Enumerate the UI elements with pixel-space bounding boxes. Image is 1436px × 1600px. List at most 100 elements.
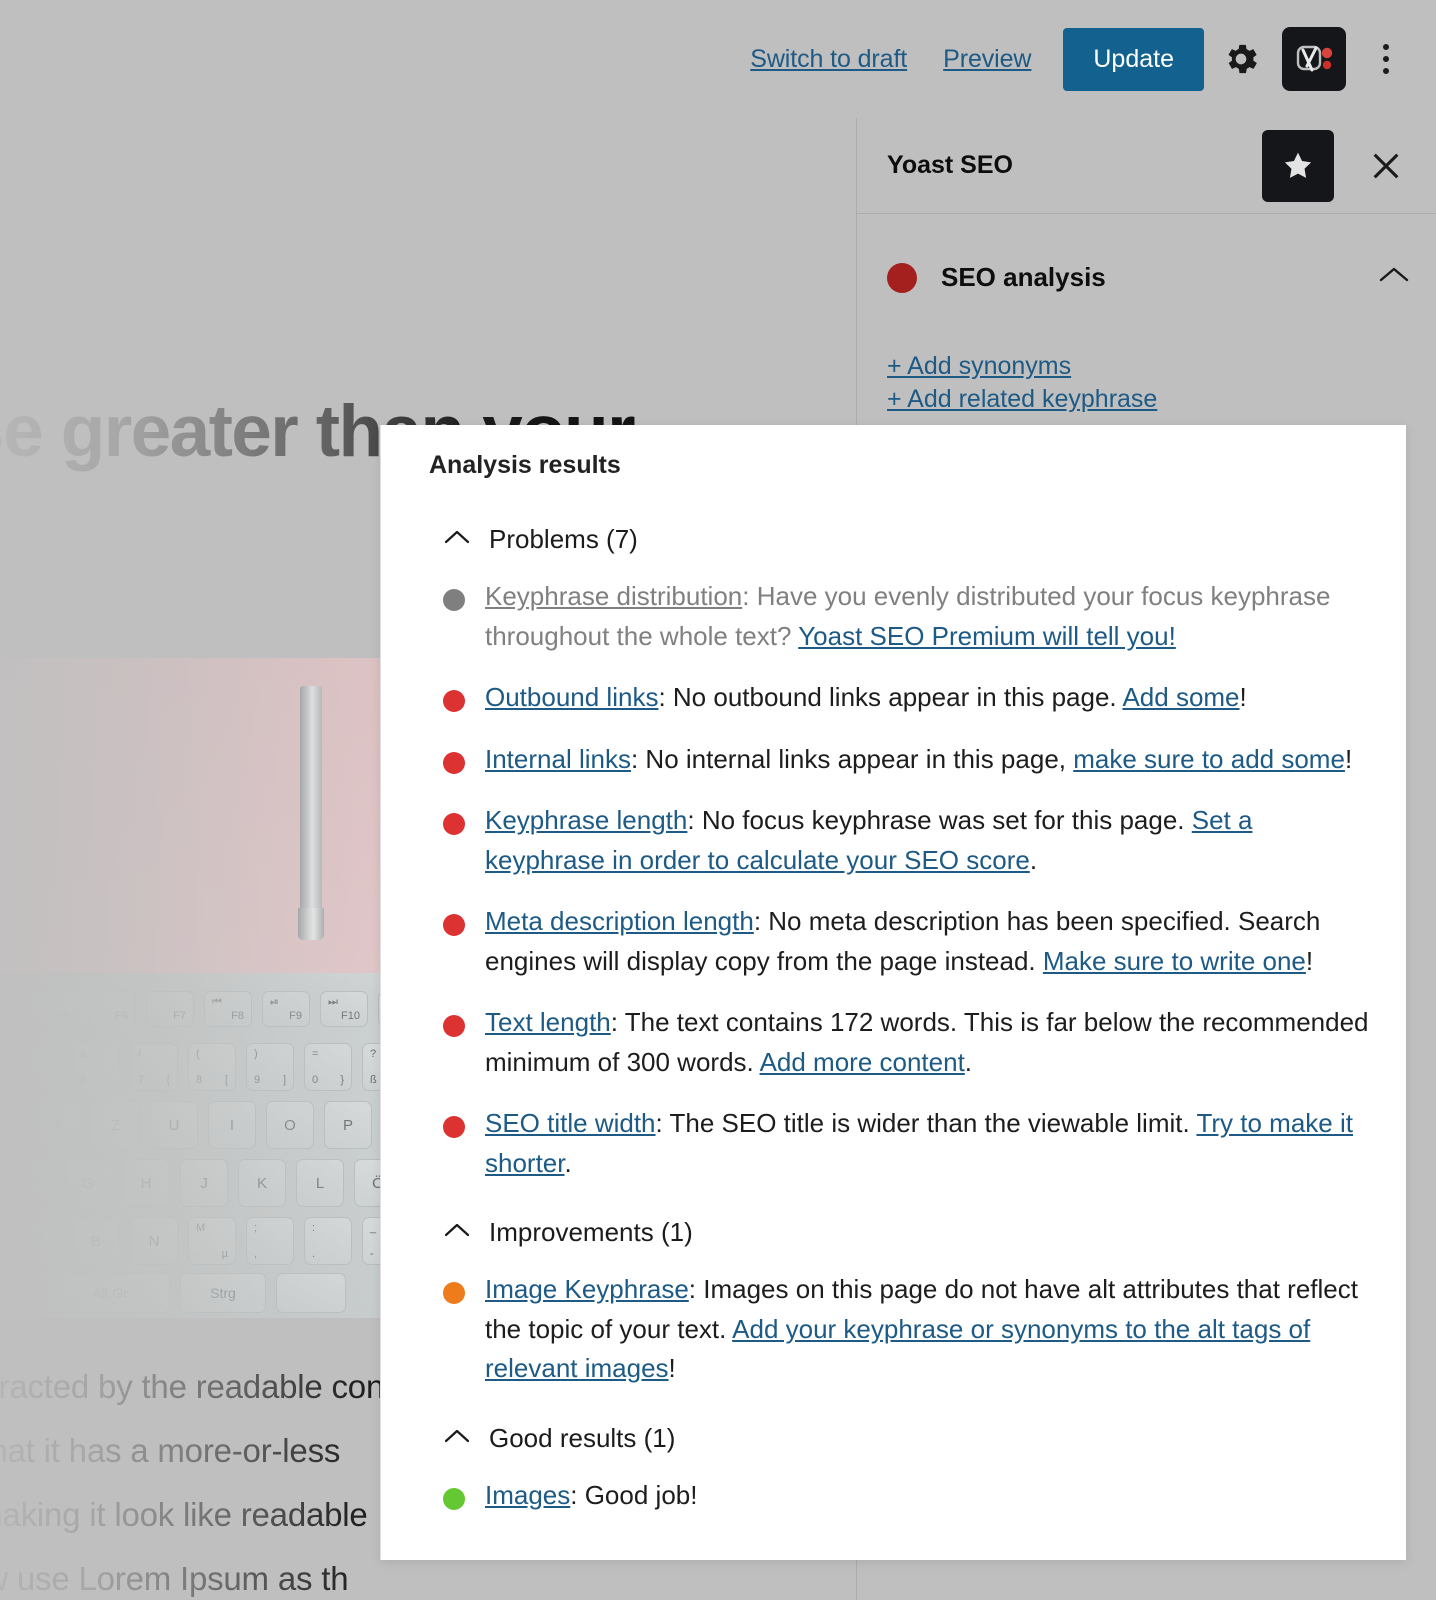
result-link[interactable]: Keyphrase length	[485, 805, 687, 835]
key	[276, 1273, 346, 1313]
add-synonyms-link[interactable]: + Add synonyms	[887, 351, 1071, 381]
update-button[interactable]: Update	[1063, 27, 1204, 91]
key: U	[150, 1101, 198, 1149]
key: ⏭ F10	[320, 991, 368, 1027]
preview-button[interactable]: Preview	[925, 45, 1049, 74]
result-link[interactable]: Internal links	[485, 744, 631, 774]
key: & 6	[72, 1043, 120, 1091]
result-link[interactable]: Image Keyphrase	[485, 1274, 689, 1304]
result-item: Meta description length: No meta descrip…	[429, 902, 1376, 981]
result-link[interactable]: Add more content	[760, 1047, 965, 1077]
keyboard-row-numbers: %5 &6 /7{ (8[ )9] =0} ?ß\	[14, 1043, 410, 1091]
result-text-fragment: !	[1305, 945, 1314, 976]
result-text: Keyphrase length: No focus keyphrase was…	[485, 801, 1376, 880]
key: ⏮ F8	[204, 991, 252, 1027]
keyboard-row-modifiers: Alt Gr Strg	[50, 1273, 346, 1313]
result-status-dot	[443, 1282, 465, 1305]
result-text-fragment: !	[1344, 743, 1353, 774]
seo-analysis-header[interactable]: SEO analysis	[857, 214, 1436, 293]
keyboard-row-qwertz: T Z U I O P Ü	[34, 1101, 430, 1149]
switch-to-draft-button[interactable]: Switch to draft	[732, 45, 925, 74]
result-text-fragment: .	[564, 1147, 572, 1178]
keyboard-row-yxcv: V B N Mµ ;, :. _ -	[14, 1217, 410, 1265]
key: ) 9]	[246, 1043, 294, 1091]
body-line: now use Lorem Ipsum as th	[0, 1560, 349, 1597]
add-related-keyphrase-link[interactable]: + Add related keyphrase	[887, 384, 1157, 414]
result-text-fragment: !	[668, 1353, 676, 1384]
result-text: Meta description length: No meta descrip…	[485, 902, 1376, 981]
result-link[interactable]: SEO title width	[485, 1108, 656, 1138]
section-label: Improvements (1)	[489, 1217, 693, 1248]
section-header-good-results[interactable]: Good results (1)	[443, 1423, 1376, 1454]
editor-top-bar: Switch to draft Preview Update	[0, 0, 1436, 118]
key: Z	[92, 1101, 140, 1149]
section-label: Problems (7)	[489, 524, 638, 554]
key: H	[122, 1159, 170, 1207]
key: B	[72, 1217, 120, 1265]
analysis-sections: Problems (7) Keyphrase distribution: Have…	[429, 524, 1376, 1515]
result-item: Keyphrase distribution: Have you evenly …	[429, 577, 1376, 656]
result-item: Text length: The text contains 172 words…	[429, 1003, 1376, 1082]
key: ;,	[246, 1217, 294, 1265]
chevron-up-icon[interactable]	[443, 528, 471, 551]
close-icon[interactable]	[1358, 138, 1414, 194]
key: :.	[304, 1217, 352, 1265]
key: = 0}	[304, 1043, 352, 1091]
yoast-logo-icon[interactable]	[1282, 27, 1346, 91]
key: ⏯ F9	[262, 991, 310, 1027]
keyboard-row-asdf: F G H J K L Ö	[6, 1159, 402, 1207]
key: F7	[146, 991, 194, 1027]
result-link[interactable]: make sure to add some	[1073, 744, 1345, 774]
key: (8[	[188, 1043, 236, 1091]
result-link[interactable]: Add some	[1122, 682, 1239, 712]
key-strg: Strg	[180, 1273, 266, 1313]
keyphrase-links: + Add synonyms + Add related keyphrase	[857, 293, 1436, 414]
analysis-results-panel: Analysis results Problems (7) Keyphrase d…	[380, 425, 1406, 1560]
key: J	[180, 1159, 228, 1207]
analysis-results-content: Analysis results Problems (7) Keyphrase d…	[381, 425, 1406, 1515]
pen-object	[300, 686, 322, 916]
result-link[interactable]: Yoast SEO Premium will tell you!	[798, 621, 1176, 651]
key: G	[64, 1159, 112, 1207]
result-text: SEO title width: The SEO title is wider …	[485, 1104, 1376, 1183]
result-link[interactable]: Meta description length	[485, 906, 754, 936]
result-item: Keyphrase length: No focus keyphrase was…	[429, 801, 1376, 880]
section-header-problems[interactable]: Problems (7)	[443, 524, 1376, 555]
result-link[interactable]: Text length	[485, 1007, 611, 1037]
keyboard-row-function: F5 F6 F7 ⏮F8 ⏯F9 ⏭F10 🔊	[30, 991, 426, 1027]
result-text-fragment: : Good job!	[570, 1479, 698, 1510]
gear-icon[interactable]	[1210, 28, 1272, 90]
seo-analysis-label: SEO analysis	[941, 262, 1106, 292]
key-alt-gr: Alt Gr	[50, 1273, 170, 1313]
result-text: Image Keyphrase: Images on this page do …	[485, 1270, 1376, 1389]
chevron-up-icon[interactable]	[443, 1221, 471, 1244]
result-status-dot	[443, 1015, 465, 1038]
chevron-up-icon[interactable]	[443, 1427, 471, 1450]
result-link[interactable]: Make sure to write one	[1043, 946, 1306, 976]
analysis-results-title: Analysis results	[429, 451, 621, 479]
key: F	[6, 1159, 54, 1207]
key: K	[238, 1159, 286, 1207]
result-list-improvements: Image Keyphrase: Images on this page do …	[429, 1270, 1376, 1389]
section-label: Good results (1)	[489, 1422, 676, 1453]
kebab-dot	[1383, 56, 1389, 62]
result-text-fragment: : The SEO title is wider than the viewab…	[655, 1108, 1197, 1139]
app-root: Be greater than your F5 F6 F7 ⏮F8 ⏯F9	[0, 0, 1436, 1600]
body-line: distracted by the readable content	[0, 1368, 439, 1405]
key: F6	[88, 991, 136, 1027]
yoast-sidebar-header: Yoast SEO	[857, 118, 1436, 214]
kebab-menu-icon[interactable]	[1364, 28, 1408, 90]
section-header-improvements[interactable]: Improvements (1)	[443, 1217, 1376, 1248]
result-list-good-results: Images: Good job!	[429, 1476, 1376, 1516]
result-link[interactable]: Outbound links	[485, 682, 658, 712]
yoast-sidebar-title: Yoast SEO	[887, 151, 1013, 179]
chevron-up-icon[interactable]	[1378, 265, 1410, 290]
result-text: Keyphrase distribution: Have you evenly …	[485, 577, 1376, 656]
star-icon[interactable]	[1262, 129, 1334, 202]
key: L	[296, 1159, 344, 1207]
result-link[interactable]: Keyphrase distribution	[485, 581, 742, 611]
result-status-dot	[443, 1487, 465, 1510]
result-text-fragment: : No internal links appear in this page,	[630, 743, 1074, 774]
result-link[interactable]: Images	[485, 1480, 570, 1510]
result-status-dot	[443, 690, 465, 713]
